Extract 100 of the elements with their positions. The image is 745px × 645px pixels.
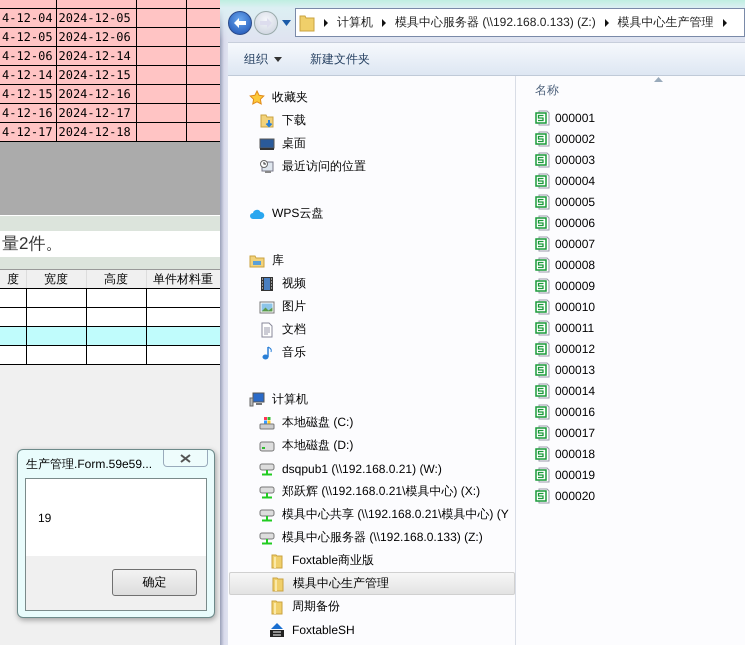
close-button[interactable] [163,450,208,467]
chevron-right-icon [604,18,610,26]
table-cell: 2024-12-06 [56,28,136,46]
breadcrumb-item[interactable]: 计算机 [337,14,373,31]
arrow-right-icon [259,16,273,28]
table-row[interactable] [0,326,220,346]
nav-item[interactable]: 库 [229,249,515,272]
file-item[interactable]: 000008 [535,254,596,275]
file-item[interactable]: 000018 [535,443,596,464]
table-cell: 2024-12-16 [56,84,136,104]
network-drive-icon [259,460,275,476]
table-row[interactable] [0,346,220,364]
file-item[interactable]: 000003 [535,149,596,170]
nav-item[interactable]: 郑跃辉 (\\192.168.0.21\模具中心) (X:) [229,480,515,503]
file-item[interactable]: 000009 [535,275,596,296]
history-dropdown[interactable] [280,20,293,26]
chevron-right-icon [722,18,728,26]
file-item[interactable]: 000016 [535,401,596,422]
nav-item[interactable]: 最近访问的位置 [229,155,515,178]
download-folder-icon [259,112,275,128]
file-item[interactable]: 000014 [535,380,596,401]
column-header[interactable]: 名称 [535,76,559,105]
back-button[interactable] [228,10,252,34]
caret-down-icon [282,20,291,26]
table-cell [136,46,186,66]
file-item[interactable]: 000013 [535,359,596,380]
table-cell: 2024-12-18 [56,122,136,142]
nav-item[interactable]: 音乐 [229,341,515,364]
nav-item[interactable]: 计算机 [229,388,515,411]
note-text: 量2件。 [0,231,220,257]
table-cell: 2024-12-15 [56,66,136,84]
table-cell [136,84,186,104]
nav-item[interactable]: dsqpub1 (\\192.168.0.21) (W:) [229,457,515,480]
file-item[interactable]: 000007 [535,233,596,254]
nav-item[interactable]: 视频 [229,272,515,295]
table-cell: 2024-12-17 [56,104,136,122]
table-cell: 2024-12-05 [56,8,136,28]
file-item[interactable]: 000017 [535,422,596,443]
nav-item[interactable]: Foxtable商业版 [229,549,515,572]
spreadsheet-file-icon [535,466,551,482]
table-row[interactable] [0,308,220,326]
computer-icon [249,392,265,408]
folder-icon [269,552,285,568]
monitor-icon [259,136,275,152]
folder-icon [299,14,315,32]
nav-item[interactable]: 模具中心生产管理 [229,572,515,595]
nav-item[interactable]: 周期备份 [229,595,515,618]
nav-item[interactable]: 下载 [229,109,515,132]
spreadsheet-file-icon [535,256,551,272]
chevron-right-icon [381,18,387,26]
table-row[interactable] [0,288,220,308]
nav-item[interactable]: 桌面 [229,132,515,155]
table-cell [186,84,220,104]
nav-item[interactable]: 模具中心服务器 (\\192.168.0.133) (Z:) [229,526,515,549]
spreadsheet-file-icon [535,446,551,462]
folder-icon [270,576,286,592]
star-icon [249,90,265,106]
breadcrumb-item[interactable]: 模具中心生产管理 [618,14,714,31]
nav-item[interactable]: 模具中心共享 (\\192.168.0.21\模具中心) (Y [229,503,515,526]
file-item[interactable]: 000012 [535,338,596,359]
table-cell [186,66,220,84]
toolbar-button[interactable]: 组织 [238,48,288,70]
nav-item[interactable]: WPS云盘 [229,202,515,225]
file-item[interactable]: 000001 [535,107,596,128]
spreadsheet-file-icon [535,488,551,504]
spreadsheet-file-icon [535,362,551,378]
spreadsheet-file-icon [535,424,551,440]
file-item[interactable]: 000005 [535,191,596,212]
file-item[interactable]: 000020 [535,485,596,506]
nav-item[interactable]: 图片 [229,295,515,318]
spreadsheet-file-icon [535,172,551,188]
table-cell [136,28,186,46]
column-header: 高度 [86,270,146,288]
spreadsheet-file-icon [535,152,551,168]
address-bar[interactable]: 计算机 模具中心服务器 (\\192.168.0.133) (Z:) 模具中心生产管理 [295,8,745,37]
file-item[interactable]: 000002 [535,128,596,149]
file-item[interactable]: 000004 [535,170,596,191]
file-item[interactable]: 000006 [535,212,596,233]
table-cell: 4-12-05 [0,28,56,46]
ok-button[interactable]: 确定 [112,569,197,596]
picture-icon [259,298,275,314]
file-item[interactable]: 000010 [535,296,596,317]
nav-item[interactable]: 文档 [229,318,515,341]
network-drive-icon [259,484,275,500]
nav-item[interactable]: FoxtableSH [229,618,515,641]
spreadsheet-file-icon [535,278,551,294]
column-header: 宽度 [26,270,86,288]
table-cell: 4-12-17 [0,122,56,142]
zip-file-icon [269,622,285,638]
toolbar-button[interactable]: 新建文件夹 [304,48,376,70]
breadcrumb-item[interactable]: 模具中心服务器 (\\192.168.0.133) (Z:) [395,14,596,31]
nav-item[interactable]: 本地磁盘 (C:) [229,411,515,434]
system-drive-icon [259,414,275,430]
table-cell: 4-12-16 [0,104,56,122]
nav-item[interactable]: 收藏夹 [229,86,515,109]
file-item[interactable]: 000019 [535,464,596,485]
spreadsheet-file-icon [535,214,551,230]
nav-item[interactable]: 本地磁盘 (D:) [229,434,515,457]
file-item[interactable]: 000011 [535,317,594,338]
table-cell: 4-12-06 [0,46,56,66]
